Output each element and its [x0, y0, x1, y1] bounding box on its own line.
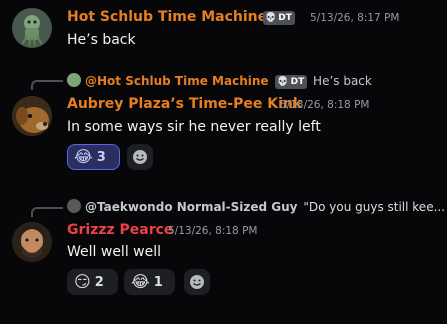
reply-text: "Do you guys still kee... — [303, 200, 446, 214]
reaction-count: 2 — [94, 274, 104, 290]
reaction-joy[interactable]: 😂 3 — [67, 144, 120, 170]
smirk-emoji-icon: 😏 — [74, 272, 91, 291]
reply-author[interactable]: @Hot Schlub Time Machine — [85, 74, 269, 88]
skull-icon: 💀 — [265, 13, 277, 23]
avatar-grizzz[interactable] — [12, 222, 52, 262]
author-name[interactable]: Aubrey Plaza’s Time-Pee Kink — [67, 96, 302, 112]
message-text: Well well well — [67, 244, 162, 260]
reply-connector — [31, 80, 63, 90]
reply-preview[interactable]: @Hot Schlub Time Machine 💀 DT He’s back — [67, 73, 372, 90]
author-name[interactable]: Hot Schlub Time Machine — [67, 9, 267, 25]
author-name[interactable]: Grizzz Pearce — [67, 222, 173, 238]
reply-avatar — [67, 73, 81, 87]
reply-text: He’s back — [313, 74, 372, 88]
add-reaction-button[interactable] — [127, 144, 153, 170]
joy-emoji-icon: 😂 — [131, 272, 150, 291]
avatar-hot-schlub[interactable] — [12, 8, 52, 48]
reaction-count: 1 — [153, 274, 163, 290]
reply-server-tag-label: DT — [290, 77, 305, 87]
reaction-joy[interactable]: 😂 1 — [124, 269, 175, 295]
server-tag[interactable]: 💀 DT — [263, 11, 295, 25]
joy-emoji-icon: 😂 — [74, 147, 93, 166]
reaction-count: 3 — [96, 149, 106, 165]
smile-icon — [133, 150, 147, 164]
message-text: In some ways sir he never really left — [67, 119, 321, 135]
timestamp: 5/13/26, 8:18 PM — [168, 225, 258, 237]
avatar-aubrey[interactable] — [12, 96, 52, 136]
smile-icon — [190, 275, 204, 289]
timestamp: 5/13/26, 8:18 PM — [280, 99, 370, 111]
reply-server-tag: 💀 DT — [275, 75, 308, 89]
reply-author[interactable]: @Taekwondo Normal-Sized Guy — [85, 200, 298, 214]
reaction-smirk[interactable]: 😏 2 — [67, 269, 118, 295]
add-reaction-button[interactable] — [184, 269, 210, 295]
reply-avatar — [67, 199, 81, 213]
server-tag-label: DT — [278, 13, 292, 23]
reply-connector — [31, 207, 63, 217]
reply-preview[interactable]: @Taekwondo Normal-Sized Guy "Do you guys… — [67, 199, 445, 214]
message-text: He’s back — [67, 32, 136, 48]
timestamp: 5/13/26, 8:17 PM — [310, 12, 400, 24]
skull-icon: 💀 — [277, 77, 289, 87]
